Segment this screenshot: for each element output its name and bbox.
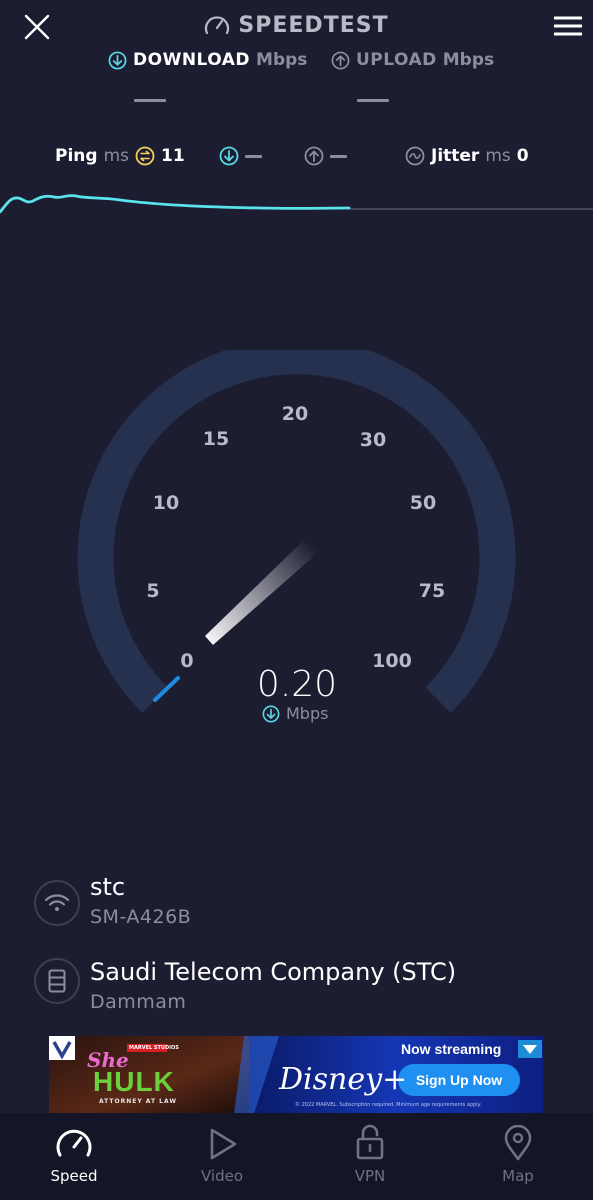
ad-fine-print: © 2022 MARVEL. Subscription required. Mi… (295, 1102, 482, 1108)
app-title: SPEEDTEST (0, 8, 593, 42)
jitter-wave-icon (405, 146, 425, 166)
server-icon (48, 969, 66, 993)
ad-service-logo: Disney+ (279, 1062, 408, 1097)
upload-arrow-icon (331, 51, 350, 69)
wifi-icon (44, 894, 70, 911)
speedometer-icon (205, 16, 230, 35)
ad-title-hulk: HULK (93, 1066, 175, 1097)
ad-cta-button[interactable]: Sign Up Now (398, 1064, 520, 1096)
current-speed-unit: Mbps (262, 704, 328, 723)
download-arrow-icon (219, 146, 239, 166)
jitter-stat: Jitter ms 0 (405, 142, 529, 170)
ad-banner[interactable]: MARVEL STUDIOS She HULK ATTORNEY AT LAW … (49, 1036, 543, 1114)
jitter-unit: ms (485, 146, 511, 166)
close-icon (24, 14, 50, 40)
nav-vpn[interactable]: VPN (296, 1113, 444, 1200)
download-speed-line (0, 194, 351, 214)
ad-subtitle: ATTORNEY AT LAW (99, 1098, 177, 1105)
provider-name: stc (90, 873, 126, 901)
download-value-placeholder (134, 99, 166, 102)
ping-download-placeholder (245, 154, 262, 158)
nav-map-label: Map (502, 1167, 534, 1185)
speed-unit-label: Mbps (286, 704, 329, 723)
tab-download[interactable]: DOWNLOAD Mbps (108, 46, 307, 74)
tab-upload[interactable]: UPLOAD Mbps (331, 46, 494, 74)
menu-button[interactable] (548, 10, 588, 42)
hamburger-menu-icon (554, 16, 582, 36)
gauge-tick-20: 20 (281, 403, 309, 425)
current-speed-value: 0.20 (256, 664, 338, 705)
gauge-tick-10: 10 (152, 492, 180, 514)
wifi-icon-badge (34, 880, 80, 926)
lock-icon (356, 1124, 384, 1160)
ping-upload-stat (304, 142, 347, 170)
play-icon (210, 1128, 237, 1160)
nav-map[interactable]: Map (444, 1113, 592, 1200)
ping-unit: ms (103, 146, 129, 166)
ping-stat: Ping ms 11 (55, 142, 185, 170)
gauge-needle (205, 541, 321, 645)
jitter-value: 0 (516, 146, 529, 166)
device-name: SM-A426B (90, 906, 192, 928)
gauge-tick-75: 75 (418, 580, 446, 602)
ping-upload-placeholder (330, 154, 347, 158)
ad-brand-small: MARVEL STUDIOS (129, 1045, 179, 1051)
gauge-tick-30: 30 (359, 429, 387, 451)
server-icon-badge (34, 958, 80, 1004)
nav-speed[interactable]: Speed (0, 1113, 148, 1200)
download-arrow-icon (262, 705, 280, 722)
download-unit: Mbps (256, 50, 308, 70)
bottom-nav: Speed Video VPN Map (0, 1113, 593, 1200)
server-name[interactable]: Saudi Telecom Company (STC) (90, 958, 456, 986)
jitter-label: Jitter (431, 146, 480, 166)
upload-label: UPLOAD (356, 50, 437, 70)
server-location: Dammam (90, 991, 187, 1013)
ping-label: Ping (55, 146, 98, 166)
ad-now-streaming: Now streaming (401, 1041, 502, 1057)
title-text: SPEEDTEST (238, 12, 389, 38)
download-arrow-icon (108, 51, 127, 69)
nav-video[interactable]: Video (148, 1113, 296, 1200)
nav-vpn-label: VPN (354, 1167, 386, 1185)
gauge-tick-50: 50 (409, 492, 437, 514)
download-label: DOWNLOAD (133, 50, 251, 70)
upload-value-placeholder (357, 99, 389, 102)
nav-video-label: Video (200, 1167, 244, 1185)
upload-unit: Mbps (442, 50, 495, 70)
speedometer-icon (56, 1129, 92, 1157)
gauge-tick-15: 15 (202, 428, 230, 450)
map-pin-icon (504, 1125, 532, 1161)
ping-download-stat (219, 142, 262, 170)
upload-arrow-icon (304, 146, 324, 166)
gauge-tick-5: 5 (146, 580, 160, 602)
ping-icon (135, 146, 155, 166)
gauge-tick-0: 0 (180, 650, 194, 672)
nav-speed-label: Speed (50, 1167, 98, 1185)
ping-value: 11 (160, 146, 185, 166)
close-button[interactable] (18, 8, 56, 46)
speed-history-graph (0, 194, 593, 214)
gauge-tick-100: 100 (372, 650, 412, 672)
